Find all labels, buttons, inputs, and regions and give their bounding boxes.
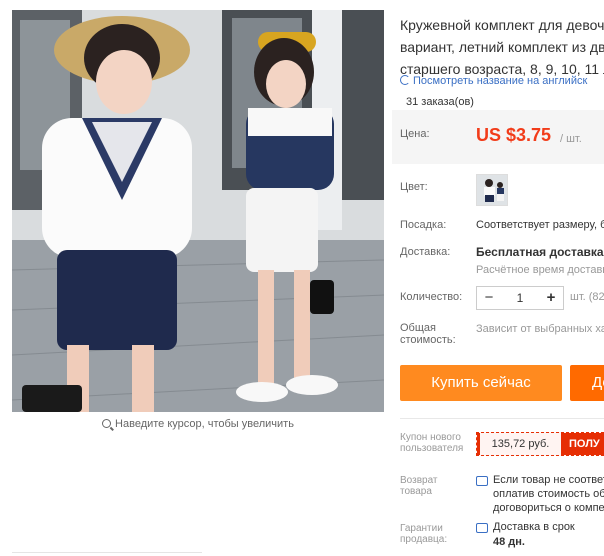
quantity-decrease-button[interactable]: − (477, 287, 501, 309)
coupon-label: Купон нового пользователя (400, 432, 464, 454)
fit-value: Соответствует размеру, б (476, 219, 604, 231)
product-image[interactable] (12, 10, 384, 412)
zoom-hint: Наведите курсор, чтобы увеличить (12, 418, 384, 430)
orders-count: 31 заказа(ов) (406, 96, 474, 108)
product-photo-illustration (12, 10, 384, 412)
get-coupon-button[interactable]: ПОЛУ (561, 433, 604, 455)
shipping-value[interactable]: Бесплатная доставка в (476, 245, 604, 259)
product-info-panel: Кружевной комплект для девоче вариант, л… (392, 0, 604, 556)
shipping-estimate: Расчётное время доставк (476, 264, 604, 276)
quantity-stepper: − 1 + (476, 286, 564, 310)
total-value: Зависит от выбранных ха (476, 323, 604, 335)
returns-label: Возврат товара (400, 475, 438, 497)
guarantee-label: Гарантии продавца: (400, 523, 448, 545)
product-title-line: вариант, летний комплект из дву (400, 39, 604, 55)
zoom-hint-text: Наведите курсор, чтобы увеличить (115, 418, 294, 430)
product-title: Кружевной комплект для девоче вариант, л… (400, 14, 604, 80)
translate-icon (400, 75, 410, 85)
total-label: Общая стоимость: (400, 322, 456, 346)
price-value: US $3.75 (476, 125, 552, 145)
color-label: Цвет: (400, 181, 428, 193)
quantity-unit: шт. (82 (570, 291, 604, 303)
quantity-input[interactable]: 1 (501, 287, 539, 309)
color-option-thumbnail[interactable] (476, 174, 508, 206)
quantity-label: Количество: (400, 291, 463, 303)
guarantee-line: Доставка в срок (493, 521, 575, 533)
shipping-label: Доставка: (400, 246, 451, 258)
returns-line: Если товар не соответ (493, 474, 604, 486)
quantity-increase-button[interactable]: + (539, 287, 563, 309)
fit-label: Посадка: (400, 219, 447, 231)
coupon-amount: 135,72 руб. (477, 433, 561, 455)
guarantee-days: 48 дн. (493, 536, 525, 548)
new-user-coupon[interactable]: 135,72 руб. ПОЛУ (476, 432, 604, 456)
price-label: Цена: (400, 128, 430, 140)
translate-link-text[interactable]: Посмотреть название на английск (413, 75, 587, 87)
thumbnail-divider (12, 552, 202, 553)
product-title-line: Кружевной комплект для девоче (400, 17, 604, 33)
delivery-truck-icon (476, 523, 488, 533)
returns-line: договориться о компе (493, 502, 604, 514)
magnifier-icon (102, 419, 112, 428)
returns-line: оплатив стоимость об (493, 488, 604, 500)
translate-title-link[interactable]: Посмотреть название на английск (400, 75, 587, 87)
buy-now-button[interactable]: Купить сейчас (400, 365, 562, 401)
return-policy-icon (476, 476, 488, 486)
section-divider (400, 418, 604, 419)
price-unit: / шт. (560, 133, 582, 145)
add-to-cart-button[interactable]: До (570, 365, 604, 401)
color-thumbnail-image (477, 175, 507, 205)
